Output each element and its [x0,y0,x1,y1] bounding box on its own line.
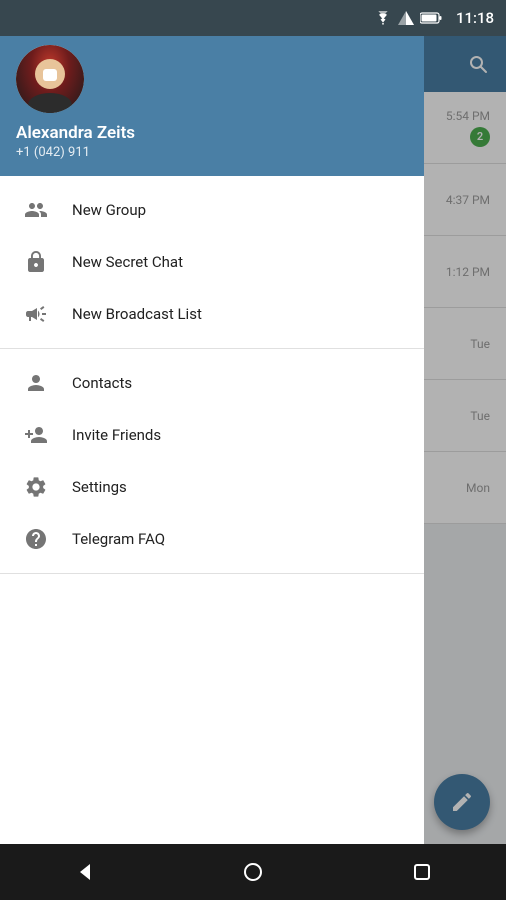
drawer-header: Alexandra Zeits +1 (042) 911 [0,36,424,176]
group-icon [16,190,56,230]
lock-icon [16,242,56,282]
menu-label-telegram-faq: Telegram FAQ [72,530,165,548]
user-name: Alexandra Zeits [16,123,408,143]
wifi-icon [374,11,392,25]
menu-item-contacts[interactable]: Contacts [0,357,424,409]
recents-icon [413,863,431,881]
back-button[interactable] [64,852,104,892]
status-time: 11:18 [456,9,494,27]
broadcast-icon [16,294,56,334]
menu-label-settings: Settings [72,478,127,496]
status-bar: 11:18 [0,0,506,36]
user-avatar [16,45,84,113]
navigation-bar [0,844,506,900]
settings-icon [16,467,56,507]
menu-label-new-group: New Group [72,201,146,219]
user-phone: +1 (042) 911 [16,145,408,160]
menu-label-new-secret-chat: New Secret Chat [72,253,183,271]
recents-button[interactable] [402,852,442,892]
menu-label-new-broadcast-list: New Broadcast List [72,305,202,323]
person-icon [16,363,56,403]
home-icon [243,862,263,882]
menu-label-invite-friends: Invite Friends [72,426,161,444]
menu-item-telegram-faq[interactable]: Telegram FAQ [0,513,424,565]
battery-icon [420,12,442,24]
drawer-menu: New Group New Secret Chat New Broadc [0,176,424,850]
status-icons: 11:18 [374,9,494,27]
menu-item-invite-friends[interactable]: Invite Friends [0,409,424,461]
menu-item-new-group[interactable]: New Group [0,184,424,236]
menu-label-contacts: Contacts [72,374,132,392]
menu-item-settings[interactable]: Settings [0,461,424,513]
navigation-drawer: Alexandra Zeits +1 (042) 911 New Group [0,36,424,850]
drawer-section-1: New Group New Secret Chat New Broadc [0,176,424,349]
menu-item-new-secret-chat[interactable]: New Secret Chat [0,236,424,288]
signal-icon [398,11,414,25]
person-add-icon [16,415,56,455]
help-icon [16,519,56,559]
home-button[interactable] [233,852,273,892]
drawer-section-2: Contacts Invite Friends Settings [0,349,424,574]
back-icon [74,862,94,882]
menu-item-new-broadcast-list[interactable]: New Broadcast List [0,288,424,340]
